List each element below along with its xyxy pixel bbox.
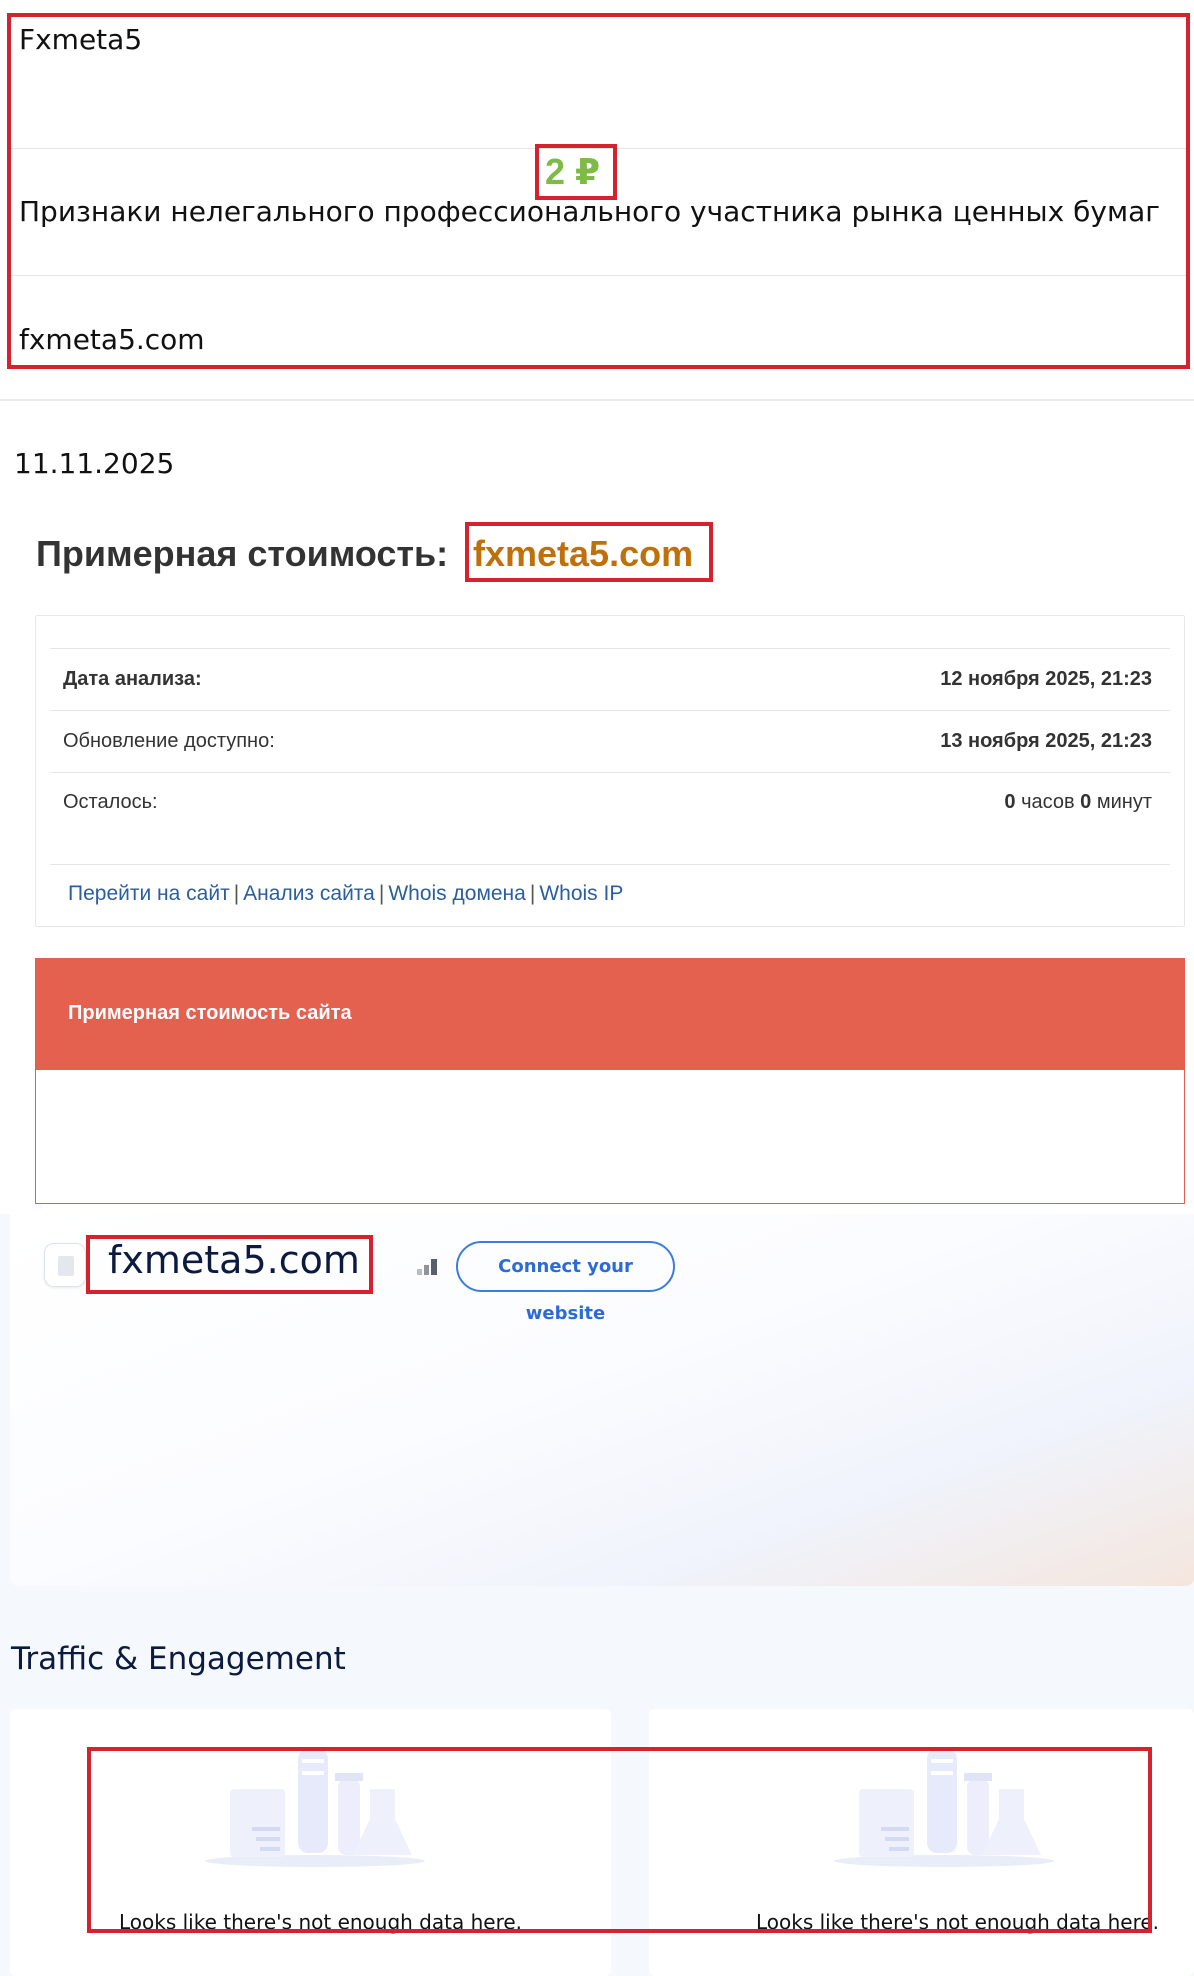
hours-count: 0 xyxy=(1004,791,1016,813)
site-analysis-link[interactable]: Анализ сайта xyxy=(243,882,375,905)
analysis-card: Дата анализа: 12 ноября 2025, 21:23 Обно… xyxy=(35,615,1185,927)
update-available-row: Обновление доступно: 13 ноября 2025, 21:… xyxy=(50,711,1170,772)
site-links: Перейти на сайт | Анализ сайта | Whois домен… xyxy=(68,882,623,906)
time-left-label: Осталось: xyxy=(63,791,158,813)
site-cost-header: Примерная стоимость сайта xyxy=(36,959,1184,1070)
link-separator: | xyxy=(529,882,536,905)
whois-domain-link[interactable]: Whois домена xyxy=(388,882,526,905)
analysis-date-value: 12 ноября 2025, 21:23 xyxy=(940,668,1152,690)
site-cost-value: 2 ₽ xyxy=(545,151,601,192)
analysis-date-label: Дата анализа: xyxy=(63,668,202,690)
highlight-frame xyxy=(86,1235,373,1294)
bar-chart-icon xyxy=(417,1259,437,1275)
traffic-section-title: Traffic & Engagement xyxy=(11,1641,346,1677)
go-to-site-link[interactable]: Перейти на сайт xyxy=(68,882,230,905)
hours-word: часов xyxy=(1021,791,1075,813)
document-icon xyxy=(44,1243,86,1287)
connect-website-button[interactable]: Connect your website xyxy=(456,1241,675,1324)
estimate-domain: fxmeta5.com xyxy=(473,533,694,574)
time-left-row: Осталось: 0 часов 0 минут xyxy=(50,772,1170,833)
section-divider xyxy=(0,399,1194,401)
link-separator: | xyxy=(378,882,385,905)
entity-site: fxmeta5.com xyxy=(19,323,205,356)
divider xyxy=(50,864,1170,865)
record-date: 11.11.2025 xyxy=(14,447,175,480)
update-available-label: Обновление доступно: xyxy=(63,730,275,752)
estimate-title: Примерная стоимость: xyxy=(36,533,449,574)
minutes-count: 0 xyxy=(1080,791,1092,813)
entity-name: Fxmeta5 xyxy=(19,23,143,56)
analysis-date-row: Дата анализа: 12 ноября 2025, 21:23 xyxy=(50,649,1170,710)
highlight-frame xyxy=(87,1747,1152,1933)
divider xyxy=(11,275,1186,276)
website-overview-panel: fxmeta5.com Connect your website Traffic… xyxy=(0,1214,1194,1976)
time-left-value: 0 часов 0 минут xyxy=(1004,791,1152,814)
site-cost-header-text: Примерная стоимость сайта xyxy=(68,1002,352,1024)
update-available-value: 13 ноября 2025, 21:23 xyxy=(940,730,1152,752)
link-separator: | xyxy=(233,882,240,905)
whois-ip-link[interactable]: Whois IP xyxy=(539,882,623,905)
site-cost-panel: Примерная стоимость сайта xyxy=(35,958,1185,1204)
minutes-word: минут xyxy=(1096,791,1152,813)
